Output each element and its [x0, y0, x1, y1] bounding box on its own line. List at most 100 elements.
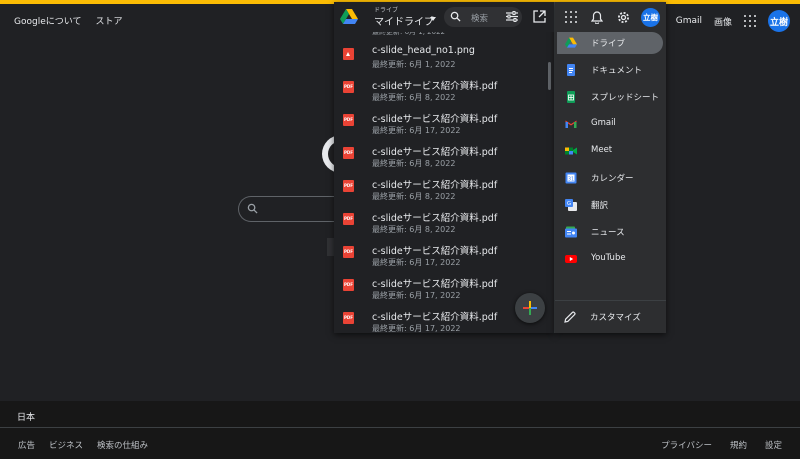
- file-row[interactable]: PDF c-slideサービス紹介資料.pdf 最終更新: 6月 17, 202…: [334, 237, 554, 269]
- account-avatar[interactable]: 立樹: [768, 10, 790, 32]
- google-top-right: Gmail 画像 立樹: [676, 10, 790, 32]
- footer-divider: [0, 427, 800, 428]
- file-list-scrollbar[interactable]: [548, 62, 551, 90]
- drive-search-input[interactable]: 検索: [444, 7, 522, 27]
- apps-grid-icon[interactable]: [565, 11, 577, 23]
- app-item-news[interactable]: ニュース: [557, 221, 663, 243]
- footer-left-links: 広告 ビジネス 検索の仕組み: [18, 439, 148, 451]
- apps-grid-icon[interactable]: [744, 15, 756, 27]
- pdf-file-icon: PDF: [343, 246, 354, 258]
- app-item-docs[interactable]: ドキュメント: [557, 59, 663, 81]
- customize-label: カスタマイズ: [590, 313, 641, 323]
- image-file-icon: [343, 48, 354, 60]
- footer-link-terms[interactable]: 規約: [730, 439, 747, 451]
- pdf-file-icon: PDF: [343, 147, 354, 159]
- footer: 日本 広告 ビジネス 検索の仕組み プライバシー 規約 設定: [0, 401, 800, 459]
- calendar-icon: 31: [565, 172, 577, 184]
- gear-icon[interactable]: [617, 11, 630, 24]
- file-row[interactable]: PDF c-slideサービス紹介資料.pdf 最終更新: 6月 8, 2022: [334, 72, 554, 104]
- app-item-meet[interactable]: Meet: [557, 140, 663, 162]
- file-modified-date: 最終更新: 6月 8, 2022: [372, 225, 456, 234]
- open-in-new-icon[interactable]: [533, 10, 546, 23]
- footer-link-settings[interactable]: 設定: [765, 439, 782, 451]
- file-name: c-slideサービス紹介資料.pdf: [372, 279, 498, 290]
- account-avatar[interactable]: 立樹: [641, 8, 660, 27]
- file-name: c-slideサービス紹介資料.pdf: [372, 180, 498, 191]
- app-label: ドライブ: [591, 39, 626, 49]
- app-item-youtube[interactable]: YouTube: [557, 248, 663, 270]
- translate-icon: G: [565, 199, 577, 211]
- customize-button[interactable]: カスタマイズ: [555, 306, 666, 328]
- gmail-link[interactable]: Gmail: [676, 16, 702, 26]
- meet-icon: [565, 147, 577, 155]
- images-link[interactable]: 画像: [714, 15, 732, 28]
- pdf-file-icon: PDF: [343, 114, 354, 126]
- file-name: c-slideサービス紹介資料.pdf: [372, 312, 498, 323]
- file-name: c-slideサービス紹介資料.pdf: [372, 147, 498, 158]
- store-link[interactable]: ストア: [95, 14, 122, 27]
- footer-link-privacy[interactable]: プライバシー: [661, 439, 712, 451]
- drive-search-placeholder: 検索: [471, 14, 489, 24]
- file-modified-date: 最終更新: 6月 8, 2022: [372, 192, 456, 201]
- file-row[interactable]: PDF c-slideサービス紹介資料.pdf 最終更新: 6月 8, 2022: [334, 138, 554, 170]
- footer-country: 日本: [17, 413, 36, 423]
- news-icon: [565, 226, 577, 238]
- app-label: カレンダー: [591, 174, 634, 184]
- app-label: Gmail: [591, 118, 616, 128]
- search-icon: [247, 203, 258, 214]
- footer-right-links: プライバシー 規約 設定: [661, 439, 782, 451]
- svg-text:G: G: [567, 201, 571, 207]
- pdf-file-icon: PDF: [343, 180, 354, 192]
- file-row[interactable]: PDF c-slideサービス紹介資料.pdf 最終更新: 6月 8, 2022: [334, 171, 554, 203]
- app-item-sheets[interactable]: スプレッドシート: [557, 86, 663, 108]
- youtube-icon: [565, 255, 577, 263]
- bell-icon[interactable]: [591, 11, 603, 24]
- svg-text:31: 31: [568, 176, 574, 182]
- footer-link-how-search-works[interactable]: 検索の仕組み: [97, 439, 148, 451]
- file-modified-date: 最終更新: 6月 8, 2022: [372, 93, 456, 102]
- app-label: ニュース: [591, 228, 625, 238]
- apps-separator: [555, 300, 666, 301]
- gmail-icon: [565, 120, 577, 128]
- drive-header: ドライブ マイドライブ 検索: [334, 2, 554, 32]
- app-label: ドキュメント: [591, 66, 643, 76]
- file-modified-date: 最終更新: 6月 17, 2022: [372, 258, 461, 267]
- app-label: YouTube: [591, 253, 626, 263]
- file-name: c-slideサービス紹介資料.pdf: [372, 246, 498, 257]
- drive-location-title[interactable]: マイドライブ: [374, 13, 434, 28]
- new-file-button[interactable]: [515, 293, 545, 323]
- file-name: c-slide_head_no1.png: [372, 45, 475, 56]
- app-label: スプレッドシート: [591, 93, 660, 103]
- app-item-translate[interactable]: G 翻訳: [557, 194, 663, 216]
- footer-link-business[interactable]: ビジネス: [49, 439, 83, 451]
- google-search-box[interactable]: [238, 196, 335, 222]
- file-name: c-slideサービス紹介資料.pdf: [372, 213, 498, 224]
- file-row[interactable]: PDF c-slideサービス紹介資料.pdf 最終更新: 6月 8, 2022: [334, 204, 554, 236]
- file-modified-date: 最終更新: 6月 17, 2022: [372, 324, 461, 333]
- pdf-file-icon: PDF: [343, 81, 354, 93]
- pencil-icon: [564, 311, 576, 323]
- file-modified-date: 最終更新: 6月 17, 2022: [372, 291, 461, 300]
- app-item-gmail[interactable]: Gmail: [557, 113, 663, 135]
- file-modified-date: 最終更新: 6月 17, 2022: [372, 126, 461, 135]
- docs-icon: [567, 64, 575, 76]
- pdf-file-icon: PDF: [343, 312, 354, 324]
- filter-options-icon[interactable]: [506, 11, 518, 22]
- chevron-down-icon[interactable]: [430, 17, 436, 21]
- drive-icon: [565, 37, 577, 48]
- file-row[interactable]: PDF c-slideサービス紹介資料.pdf 最終更新: 6月 17, 202…: [334, 105, 554, 137]
- footer-link-ads[interactable]: 広告: [18, 439, 35, 451]
- file-modified-date: 最終更新: 6月 8, 2022: [372, 159, 456, 168]
- file-row[interactable]: c-slide_head_no1.png 最終更新: 6月 1, 2022: [334, 39, 554, 71]
- app-label: Meet: [591, 145, 613, 155]
- file-name: c-slideサービス紹介資料.pdf: [372, 81, 498, 92]
- google-top-left-links: Googleについて ストア: [14, 14, 122, 27]
- file-name: c-slideサービス紹介資料.pdf: [372, 114, 498, 125]
- apps-top-bar: 立樹: [555, 2, 666, 32]
- pdf-file-icon: PDF: [343, 213, 354, 225]
- app-item-drive[interactable]: ドライブ: [557, 32, 663, 54]
- pdf-file-icon: PDF: [343, 279, 354, 291]
- sheets-icon: [567, 91, 575, 103]
- about-link[interactable]: Googleについて: [14, 14, 81, 27]
- app-item-calendar[interactable]: 31 カレンダー: [557, 167, 663, 189]
